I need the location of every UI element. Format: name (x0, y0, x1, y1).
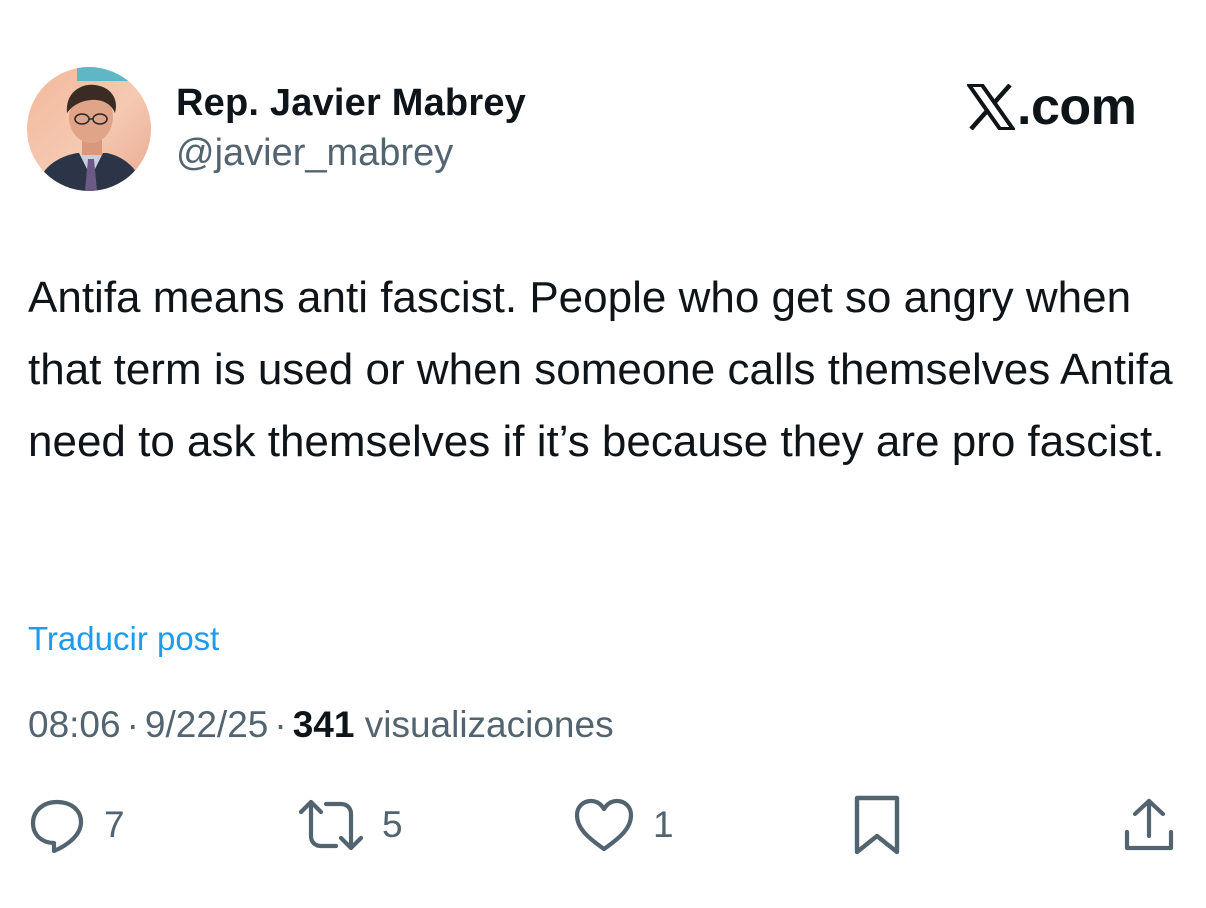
avatar[interactable] (27, 67, 151, 191)
translate-post-link[interactable]: Traducir post (28, 620, 219, 658)
repost-button[interactable]: 5 (298, 790, 403, 860)
meta-separator: · (126, 704, 139, 745)
views-label: visualizaciones (364, 704, 614, 745)
reply-count: 7 (104, 804, 125, 845)
reply-icon (30, 799, 84, 854)
author-handle[interactable]: @javier_mabrey (176, 132, 453, 175)
post-date[interactable]: 9/22/25 (145, 704, 268, 745)
author-display-name[interactable]: Rep. Javier Mabrey (176, 82, 526, 125)
meta-separator: · (274, 704, 287, 745)
profile-photo-icon (27, 67, 151, 191)
share-icon (1124, 798, 1174, 851)
share-button[interactable] (1122, 790, 1176, 860)
views-count: 341 (292, 704, 355, 745)
brand-domain-text: .com (1017, 78, 1137, 136)
like-count: 1 (653, 804, 674, 845)
like-button[interactable]: 1 (573, 790, 674, 860)
post-meta: 08:06 · 9/22/25 · 341 visualizaciones (28, 704, 614, 746)
post-time[interactable]: 08:06 (28, 704, 121, 745)
action-bar: 7 5 1 (0, 790, 1206, 860)
bookmark-icon (854, 795, 900, 855)
chevron-down-icon[interactable] (44, 0, 60, 2)
heart-icon (574, 798, 634, 852)
reply-button[interactable]: 7 (28, 790, 125, 860)
repost-icon (298, 799, 364, 851)
x-logo-icon (967, 84, 1015, 130)
bookmark-button[interactable] (852, 790, 902, 860)
brand-logo: .com (967, 78, 1137, 136)
repost-count: 5 (382, 804, 403, 845)
post-text: Antifa means anti fascist. People who ge… (28, 273, 1173, 466)
